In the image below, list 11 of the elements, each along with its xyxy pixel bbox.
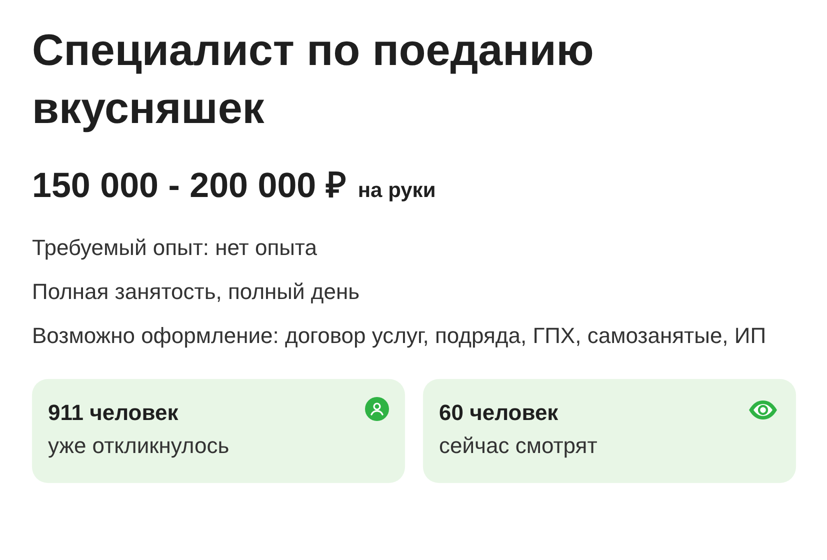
- stat-caption: уже откликнулось: [48, 432, 230, 460]
- stat-caption: сейчас смотрят: [439, 432, 598, 460]
- stat-count: 60 человек: [439, 398, 560, 426]
- person-icon: [365, 396, 389, 420]
- stat-count: 911 человек: [48, 398, 180, 426]
- salary-note: на руки: [358, 178, 436, 204]
- vacancy-detail: Возможно оформление: договор услуг, подряда, ГПХ, самозанятые, ИП: [32, 322, 768, 350]
- salary-amount: 150 000 - 200 000 ₽: [32, 165, 346, 207]
- vacancy-title: Специалист по поеданию вкусняшек: [32, 25, 595, 135]
- vacancy-detail: Требуемый опыт: нет опыта: [32, 234, 318, 262]
- vacancy-detail: Полная занятость, полный день: [32, 278, 361, 306]
